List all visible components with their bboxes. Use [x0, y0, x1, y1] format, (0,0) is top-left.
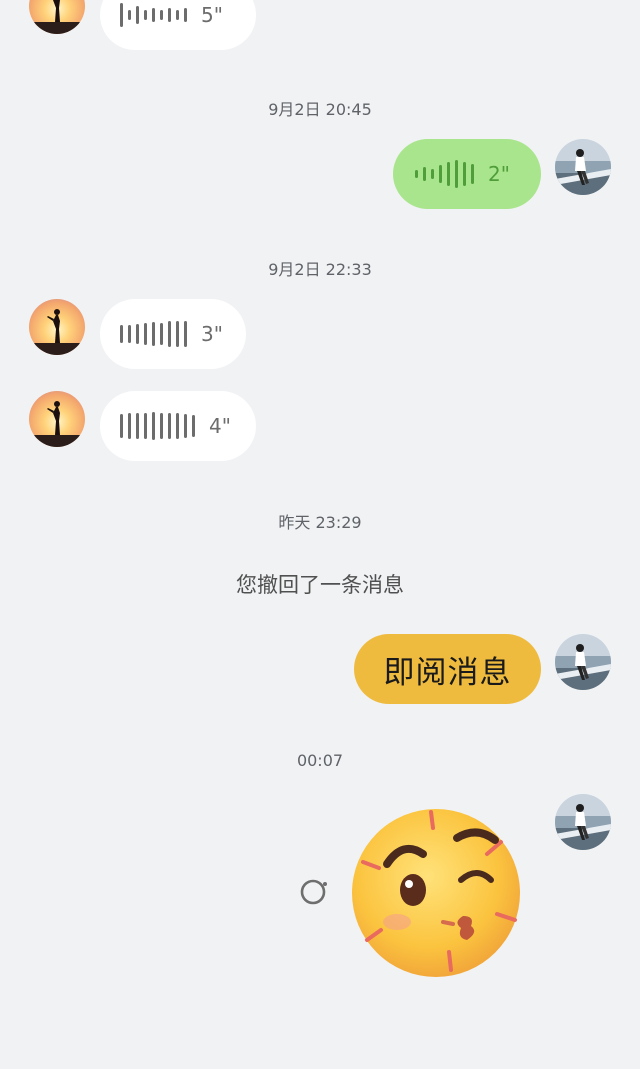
- kiss-wink-emoji-icon[interactable]: [345, 802, 527, 988]
- voice-duration: 3": [201, 322, 223, 346]
- voice-duration: 5": [201, 3, 223, 27]
- message-text: 即阅消息: [383, 654, 512, 691]
- my-avatar[interactable]: [555, 634, 611, 690]
- voice-waveform-icon: [120, 3, 187, 27]
- voice-message[interactable]: 2": [393, 139, 541, 209]
- voice-duration: 4": [209, 414, 231, 438]
- timestamp: 9月2日 22:33: [268, 260, 372, 279]
- voice-message[interactable]: 5": [100, 0, 256, 50]
- voice-duration: 2": [488, 162, 510, 186]
- voice-message[interactable]: 4": [100, 391, 256, 461]
- timestamp: 9月2日 20:45: [268, 100, 372, 119]
- my-avatar[interactable]: [555, 139, 611, 195]
- voice-waveform-icon: [120, 412, 195, 440]
- timestamp: 00:07: [296, 751, 344, 770]
- contact-avatar[interactable]: [29, 0, 85, 34]
- voice-waveform-icon: [120, 321, 187, 347]
- contact-avatar[interactable]: [29, 391, 85, 447]
- text-message[interactable]: 即阅消息: [354, 634, 541, 704]
- voice-message[interactable]: 3": [100, 299, 246, 369]
- recall-notice: 您撤回了一条消息: [236, 573, 404, 597]
- my-avatar[interactable]: [555, 794, 611, 850]
- timestamp: 昨天 23:29: [278, 513, 362, 532]
- contact-avatar[interactable]: [29, 299, 85, 355]
- voice-waveform-icon: [415, 160, 474, 188]
- sending-spinner-icon: [299, 877, 333, 911]
